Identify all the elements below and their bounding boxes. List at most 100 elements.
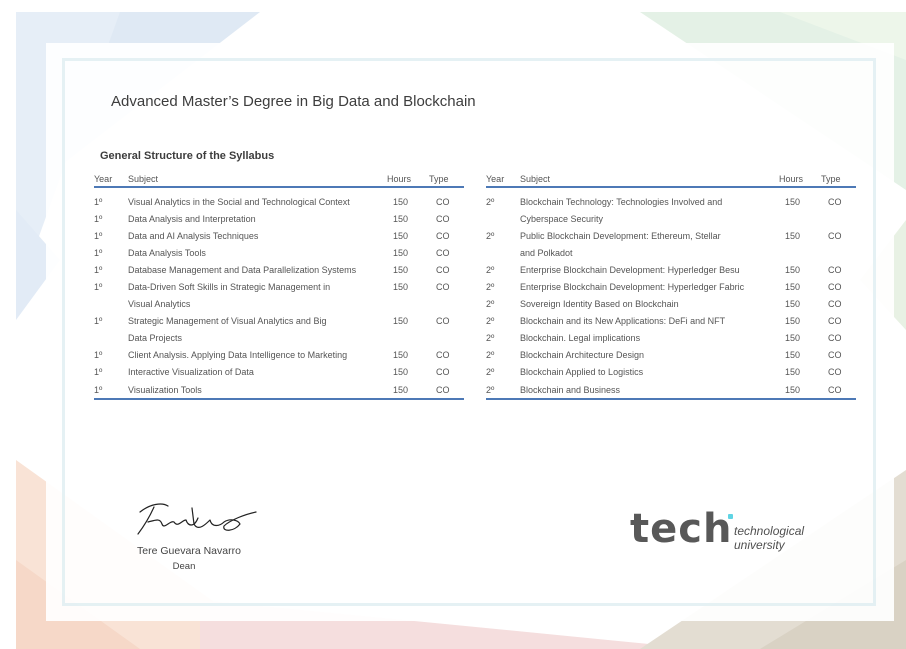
cell-hours-text: 150 [785,282,801,293]
cell-subject-text: Interactive Visualization of Data [128,367,254,378]
cell-hours-text: 150 [393,316,409,327]
table-row: 2º Public Blockchain Development: Ethereu… [486,227,856,244]
cell-type-text: CO [436,196,450,207]
cell-year [94,296,128,313]
cell-subject: Visualization Tools [128,381,387,401]
cell-type [821,210,856,227]
cell-type-text: CO [436,384,450,395]
cell-type-text: CO [828,333,842,344]
dean-title: Dean [172,561,196,572]
cell-subject: Database Management and Data Paralleliza… [128,261,387,278]
syllabus-table-right: Year Subject Hours Type 2º Blockchain Tec… [486,172,856,401]
cell-hours: 150 [779,381,821,401]
cell-hours-text: 150 [393,230,409,241]
cell-type: CO [821,347,856,364]
cell-type: CO [821,261,856,278]
cell-subject: Blockchain Technology: Technologies Invo… [520,187,779,210]
table-row: 1º Database Management and Data Paralleli… [94,261,464,278]
table-row: 1º Strategic Management of Visual Analyti… [94,313,464,330]
cell-type: CO [429,313,464,330]
cell-hours: 150 [387,210,429,227]
cell-hours [779,210,821,227]
table-row: 1º Interactive Visualization of Data 150 CO [94,364,464,381]
table-row: and Polkadot [486,244,856,261]
cell-hours: 150 [387,244,429,261]
cell-year: 2º [486,313,520,330]
cell-year-text: 2º [486,350,495,361]
table-row: 1º Data-Driven Soft Skills in Strategic M… [94,278,464,295]
cell-year-text: 2º [486,230,495,241]
cell-subject-text: Data Projects [128,333,183,344]
table-row: 1º Data Analysis Tools 150 CO [94,244,464,261]
cell-type-text: CO [828,384,842,395]
cell-hours-text: 150 [785,264,801,275]
cell-hours: 150 [779,313,821,330]
cell-hours [779,244,821,261]
cell-subject-text: Client Analysis. Applying Data Intellige… [128,350,348,361]
cell-year [486,244,520,261]
cell-hours: 150 [779,261,821,278]
cell-year-text: 1º [94,316,103,327]
cell-year-text: 1º [94,247,103,258]
cell-subject: Visual Analytics [128,296,387,313]
cell-year-text: 2º [486,264,495,275]
cell-type: CO [429,278,464,295]
logo-accent-mark [728,514,733,519]
cell-year: 2º [486,381,520,401]
cell-year: 1º [94,187,128,210]
cell-year-text: 1º [94,264,103,275]
cell-subject-text: Blockchain and Business [520,384,621,395]
cell-type: CO [821,364,856,381]
cell-hours-text: 150 [393,384,409,395]
cell-subject-text: Data and AI Analysis Techniques [128,230,259,241]
table-row: 2º Sovereign Identity Based on Blockchain… [486,296,856,313]
cell-year-text: 2º [486,333,495,344]
cell-subject: Blockchain. Legal implications [520,330,779,347]
table-row: 2º Blockchain and its New Applications: D… [486,313,856,330]
header-year: Year [94,172,128,188]
cell-subject-text: Enterprise Blockchain Development: Hyper… [520,264,740,275]
cell-year: 1º [94,381,128,401]
cell-type-text: CO [436,367,450,378]
cell-type-text: CO [436,264,450,275]
table-row: 2º Blockchain Architecture Design 150 CO [486,347,856,364]
cell-subject: Data Analysis Tools [128,244,387,261]
header-year: Year [486,172,520,188]
table-row: 2º Blockchain Technology: Technologies In… [486,187,856,210]
cell-type-text: CO [828,264,842,275]
cell-year-text: 1º [94,213,103,224]
cell-subject: Interactive Visualization of Data [128,364,387,381]
cell-year-text: 1º [94,230,103,241]
cell-type-text: CO [828,367,842,378]
cell-type: CO [429,227,464,244]
logo-line-1: technological [734,524,805,538]
header-type: Type [429,172,464,188]
cell-subject-text: Visual Analytics [128,299,191,310]
cell-year: 2º [486,227,520,244]
cell-hours [387,296,429,313]
cell-hours-text: 150 [393,213,409,224]
table-row: 2º Enterprise Blockchain Development: Hyp… [486,261,856,278]
cell-subject-text: Blockchain. Legal implications [520,333,641,344]
cell-type: CO [429,244,464,261]
cell-type-text: CO [828,282,842,293]
cell-year-text: 2º [486,282,495,293]
table-row: Visual Analytics [94,296,464,313]
cell-year: 1º [94,313,128,330]
table-row: 1º Data and AI Analysis Techniques 150 CO [94,227,464,244]
cell-year-text: 1º [94,367,103,378]
cell-subject: Data Analysis and Interpretation [128,210,387,227]
table-row: 2º Enterprise Blockchain Development: Hyp… [486,278,856,295]
cell-hours-text: 150 [393,264,409,275]
cell-type: CO [821,296,856,313]
cell-year-text: 2º [486,299,495,310]
cell-year-text: 1º [94,196,103,207]
header-subject: Subject [128,172,387,188]
cell-type: CO [429,347,464,364]
cell-year: 1º [94,244,128,261]
cell-type-text: CO [436,282,450,293]
cell-type: CO [429,381,464,401]
cell-hours-text: 150 [785,299,801,310]
cell-hours: 150 [779,347,821,364]
cell-type: CO [821,313,856,330]
